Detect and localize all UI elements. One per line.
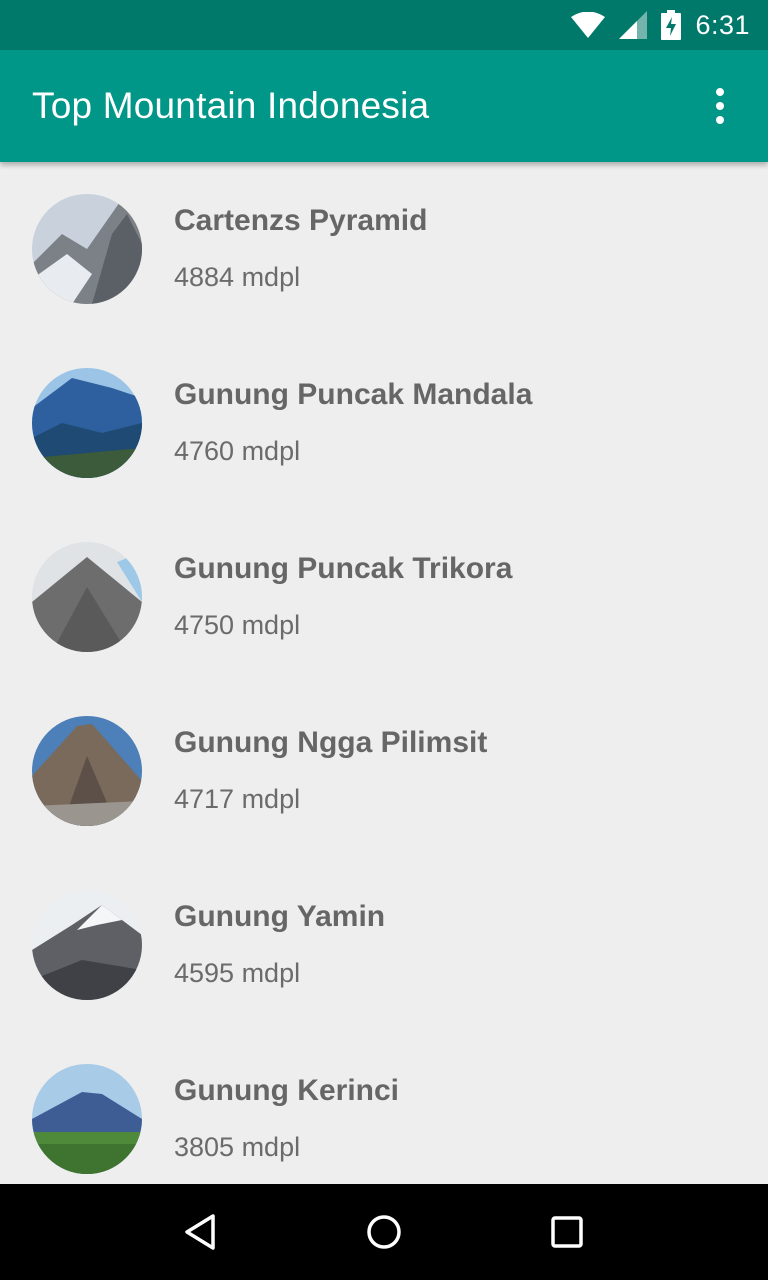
battery-charging-icon	[661, 10, 682, 40]
mountain-height: 4750 mdpl	[174, 610, 301, 640]
mountain-list[interactable]: Cartenzs Pyramid 4884 mdpl Gunung Puncak…	[0, 162, 768, 1184]
mountain-name: Gunung Yamin	[174, 900, 386, 933]
app-bar: Top Mountain Indonesia	[0, 50, 768, 162]
more-vert-icon[interactable]	[696, 82, 744, 130]
mountain-thumbnail	[32, 716, 142, 826]
app-title: Top Mountain Indonesia	[32, 85, 430, 126]
cell-signal-icon	[619, 11, 648, 39]
mountain-thumbnail	[32, 542, 142, 652]
recents-icon[interactable]	[535, 1200, 599, 1264]
status-time: 6:31	[695, 9, 750, 40]
list-item[interactable]: Gunung Puncak Mandala 4760 mdpl	[0, 336, 768, 510]
mountain-name: Gunung Kerinci	[174, 1074, 399, 1107]
mountain-height: 4717 mdpl	[174, 784, 301, 814]
mountain-name: Gunung Puncak Mandala	[174, 378, 533, 411]
list-item[interactable]: Gunung Ngga Pilimsit 4717 mdpl	[0, 684, 768, 858]
list-item[interactable]: Gunung Puncak Trikora 4750 mdpl	[0, 510, 768, 684]
navigation-bar	[0, 1184, 768, 1280]
mountain-height: 4595 mdpl	[174, 958, 301, 988]
home-icon[interactable]	[352, 1200, 416, 1264]
list-item[interactable]: Gunung Kerinci 3805 mdpl	[0, 1032, 768, 1184]
mountain-name: Cartenzs Pyramid	[174, 204, 428, 237]
mountain-height: 4760 mdpl	[174, 436, 301, 466]
mountain-height: 4884 mdpl	[174, 262, 301, 292]
status-bar: 6:31	[0, 0, 768, 50]
list-item[interactable]: Cartenzs Pyramid 4884 mdpl	[0, 162, 768, 336]
list-item[interactable]: Gunung Yamin 4595 mdpl	[0, 858, 768, 1032]
mountain-thumbnail	[32, 368, 142, 478]
mountain-thumbnail	[32, 194, 142, 304]
mountain-thumbnail	[32, 1064, 142, 1174]
mountain-name: Gunung Ngga Pilimsit	[174, 726, 488, 759]
back-icon[interactable]	[169, 1200, 233, 1264]
mountain-thumbnail	[32, 890, 142, 1000]
mountain-height: 3805 mdpl	[174, 1132, 301, 1162]
wifi-icon	[571, 12, 606, 38]
mountain-name: Gunung Puncak Trikora	[174, 552, 513, 585]
